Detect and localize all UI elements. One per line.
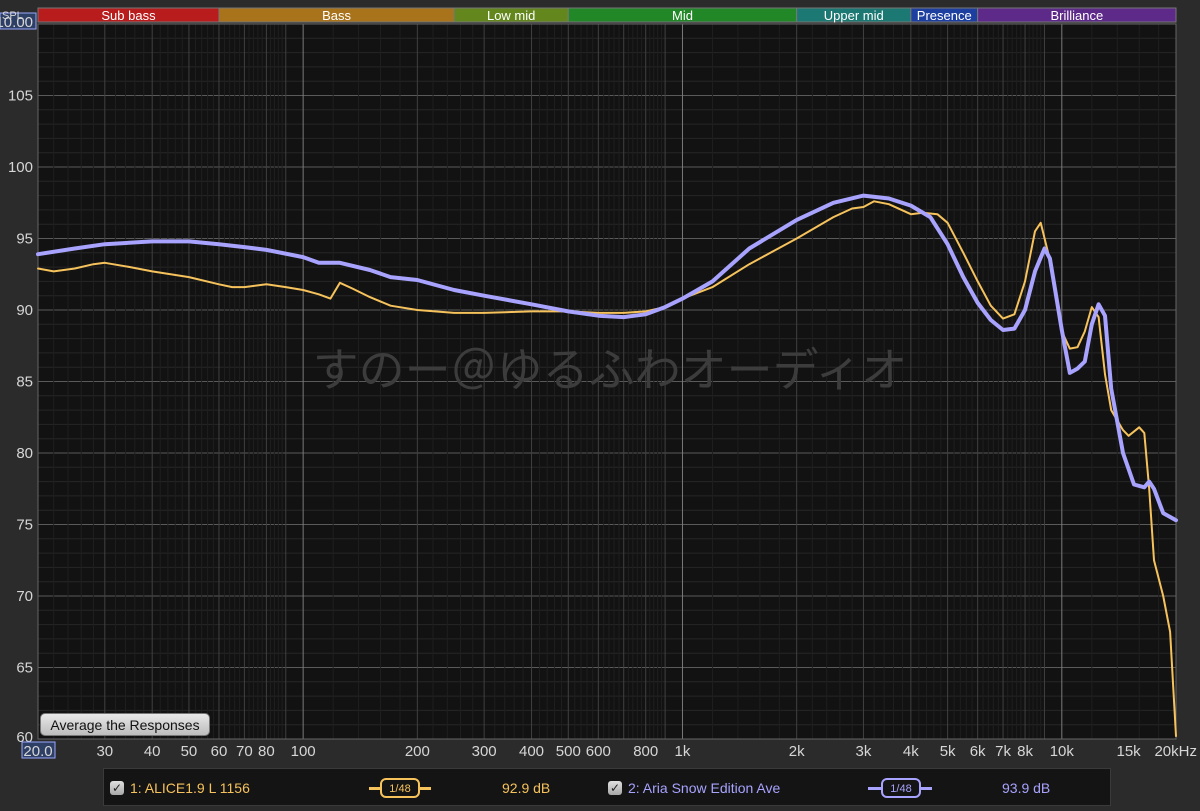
xtick-label: 80 xyxy=(258,743,275,760)
ytick-label: 100 xyxy=(8,159,33,176)
watermark: すのー＠ゆるふわオーディオ xyxy=(313,343,908,397)
xtick-label: 60 xyxy=(211,743,228,760)
legend-item-2: ✓ 2: Aria Snow Edition Ave xyxy=(608,769,780,807)
series-1-checkbox[interactable]: ✓ xyxy=(110,781,124,795)
smoothing-numerator: 1 xyxy=(389,783,396,795)
band-label: Sub bass xyxy=(101,8,156,23)
series-2-level: 93.9 dB xyxy=(1002,780,1051,796)
xtick-label: 200 xyxy=(405,743,430,760)
ytick-label: 85 xyxy=(16,374,33,391)
xtick-label: 20.0 xyxy=(23,743,52,760)
smoothing-numerator: 1 xyxy=(890,783,897,795)
band-label: Mid xyxy=(672,8,693,23)
xtick-label: 20kHz xyxy=(1154,743,1197,760)
xtick-label: 500 xyxy=(556,743,581,760)
ytick-label: 95 xyxy=(16,231,33,248)
xtick-label: 1k xyxy=(675,743,691,760)
ytick-label: 65 xyxy=(16,660,33,677)
xtick-label: 7k xyxy=(995,743,1011,760)
ytick-label: 90 xyxy=(16,302,33,319)
xtick-label: 400 xyxy=(519,743,544,760)
legend-item-1: ✓ 1: ALICE1.9 L 1156 xyxy=(110,769,250,807)
ytick-label: 80 xyxy=(16,445,33,462)
series-2-smoothing-button[interactable]: 1/48 xyxy=(881,778,921,798)
series-1-label: 1: ALICE1.9 L 1156 xyxy=(130,780,250,796)
xtick-label: 300 xyxy=(472,743,497,760)
average-responses-button[interactable]: Average the Responses xyxy=(40,713,210,736)
ytick-label: 105 xyxy=(8,88,33,105)
xtick-label: 2k xyxy=(789,743,805,760)
legend-bar: ✓ 1: ALICE1.9 L 1156 1/48 92.9 dB ✓ 2: A… xyxy=(103,768,1111,806)
xtick-label: 600 xyxy=(586,743,611,760)
xtick-label: 6k xyxy=(970,743,986,760)
ytick-label: 70 xyxy=(16,588,33,605)
frequency-response-chart: Sub bass Bass Low mid Mid Upper mid Presence B… xyxy=(0,0,1200,811)
xtick-label: 40 xyxy=(144,743,161,760)
y-axis-label: SPL xyxy=(2,10,23,22)
xtick-label: 15k xyxy=(1117,743,1142,760)
band-label: Upper mid xyxy=(824,8,884,23)
ytick-label: 75 xyxy=(16,517,33,534)
band-label: Brilliance xyxy=(1050,8,1103,23)
xtick-label: 3k xyxy=(856,743,872,760)
xtick-label: 8k xyxy=(1017,743,1033,760)
xtick-label: 10k xyxy=(1050,743,1075,760)
band-label: Low mid xyxy=(487,8,535,23)
xtick-label: 30 xyxy=(96,743,113,760)
xtick-label: 800 xyxy=(633,743,658,760)
band-label: Bass xyxy=(322,8,351,23)
series-1-level: 92.9 dB xyxy=(502,780,551,796)
xtick-label: 70 xyxy=(236,743,253,760)
xtick-label: 50 xyxy=(181,743,198,760)
xtick-label: 5k xyxy=(940,743,956,760)
frequency-bands: Sub bass Bass Low mid Mid Upper mid Presence B… xyxy=(37,7,1177,23)
series-1-smoothing-button[interactable]: 1/48 xyxy=(380,778,420,798)
xtick-label: 100 xyxy=(291,743,316,760)
smoothing-denominator: 48 xyxy=(899,783,912,795)
band-label: Presence xyxy=(917,8,972,23)
series-2-checkbox[interactable]: ✓ xyxy=(608,781,622,795)
xtick-label: 4k xyxy=(903,743,919,760)
smoothing-denominator: 48 xyxy=(398,783,411,795)
series-2-label: 2: Aria Snow Edition Ave xyxy=(628,780,781,796)
